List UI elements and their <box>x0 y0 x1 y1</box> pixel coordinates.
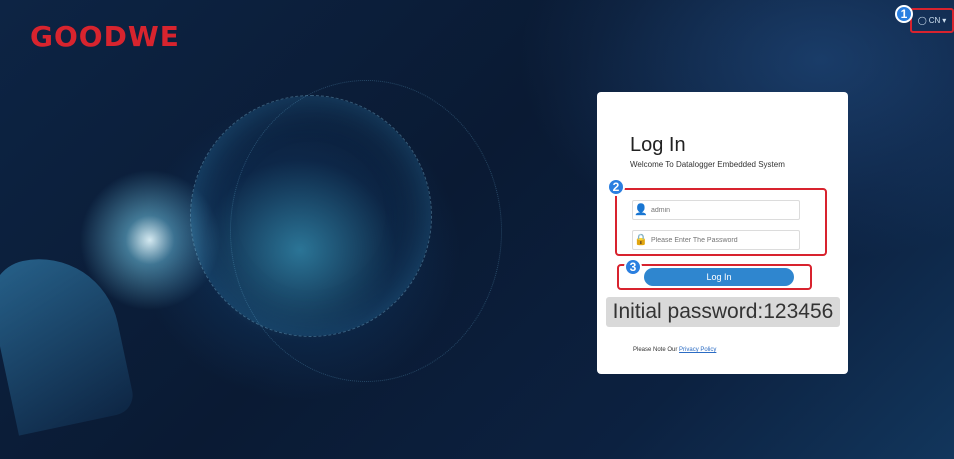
password-field[interactable]: 🔒 <box>632 230 800 250</box>
initial-password-note: Initial password:123456 <box>606 297 840 327</box>
brand-logo: GOODWE <box>30 20 180 53</box>
hand-graphic <box>0 244 137 436</box>
globe-icon: ◯ <box>917 16 927 25</box>
login-subtitle: Welcome To Datalogger Embedded System <box>630 160 785 169</box>
username-input[interactable] <box>651 203 791 217</box>
globe-orbit-graphic <box>230 80 502 382</box>
password-input[interactable] <box>651 233 791 247</box>
language-selector[interactable]: ◯ CN ▾ <box>910 8 954 33</box>
privacy-policy-link[interactable]: Privacy Policy <box>679 347 716 353</box>
username-field[interactable]: 👤 <box>632 200 800 220</box>
lock-icon: 🔒 <box>634 234 648 246</box>
login-title: Log In <box>630 134 686 156</box>
login-button[interactable]: Log In <box>644 268 794 286</box>
privacy-notice: Please Note Our Privacy Policy <box>633 347 716 353</box>
user-icon: 👤 <box>634 204 648 216</box>
chevron-down-icon: ▾ <box>942 16 947 25</box>
step-marker-1: 1 <box>895 5 913 23</box>
step-marker-3: 3 <box>624 258 642 276</box>
login-panel: Log In Welcome To Datalogger Embedded Sy… <box>597 92 848 374</box>
step-marker-2: 2 <box>607 178 625 196</box>
language-label: CN <box>928 16 941 25</box>
privacy-prefix: Please Note Our <box>633 347 680 353</box>
